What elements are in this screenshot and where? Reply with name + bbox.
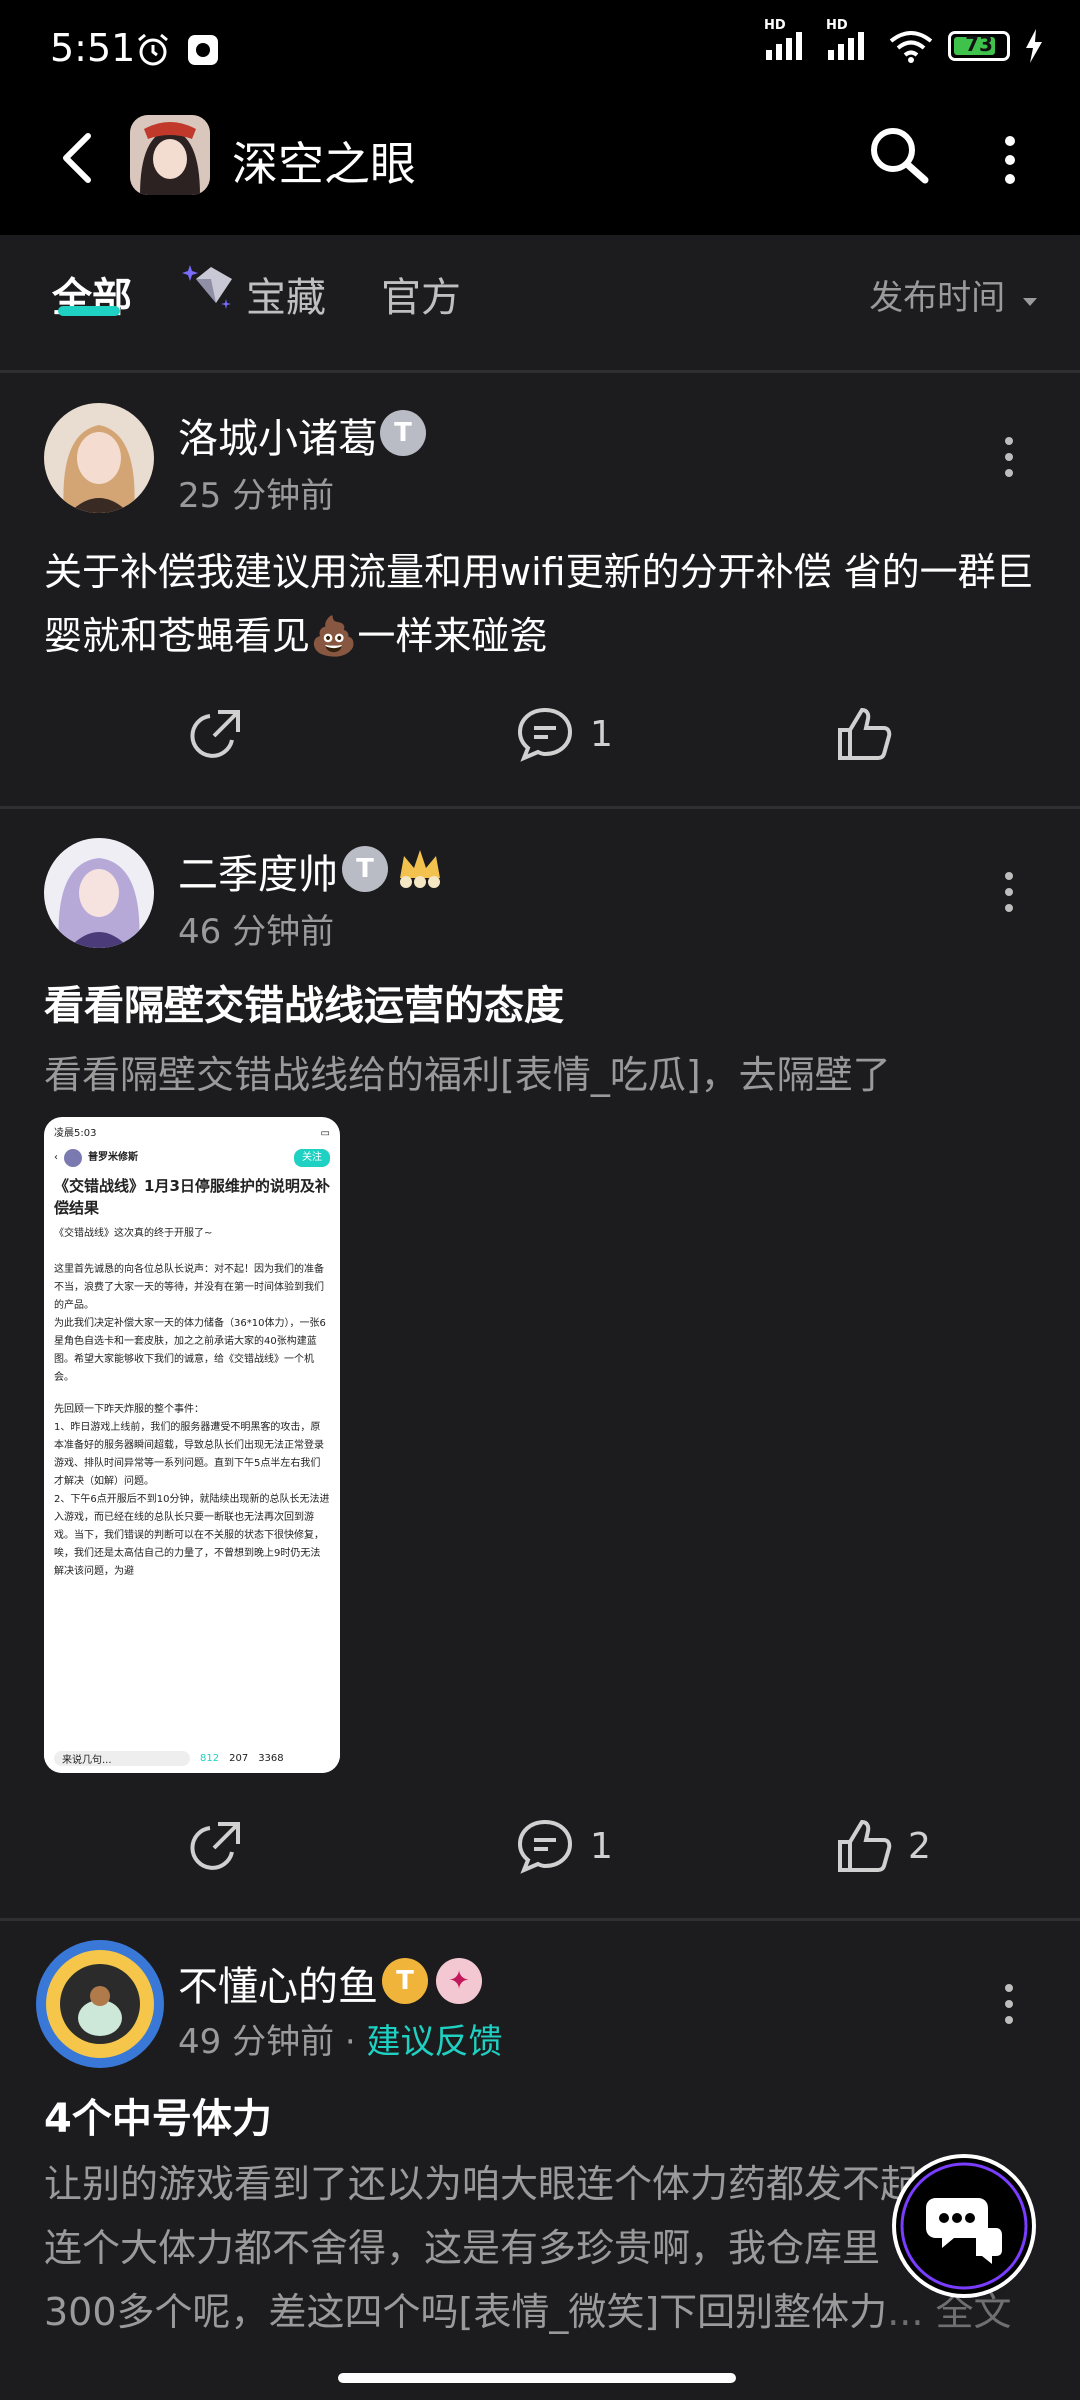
thumb-body-5: 1、昨日游戏上线前，我们的服务器遭受不明黑客的攻击，原本准备好的服务器瞬间超载，… [54, 1422, 324, 1487]
charging-icon [1026, 29, 1042, 63]
avatar[interactable] [44, 838, 154, 948]
post-text[interactable]: 看看隔壁交错战线给的福利[表情_吃瓜]，去隔壁了 [44, 1044, 891, 1099]
thumbs-up-icon [838, 1819, 892, 1872]
username[interactable]: 洛城小诸葛 [178, 406, 378, 464]
avatar[interactable] [44, 403, 154, 513]
home-indicator[interactable] [338, 2373, 736, 2383]
app-notification-icon [188, 35, 218, 65]
chat-fab-button[interactable] [892, 2154, 1036, 2298]
thumb-body-1: 《交错战线》这次真的终于开服了~ [54, 1228, 213, 1239]
divider [0, 1918, 1080, 1921]
post-text[interactable]: 关于补偿我建议用流量和用wifi更新的分开补偿 省的一群巨婴就和苍蝇看见💩一样来… [44, 540, 1044, 668]
search-icon[interactable] [865, 122, 931, 188]
tab-treasure[interactable]: 宝藏 [246, 265, 326, 323]
divider [0, 370, 1080, 373]
thumbs-up-icon [838, 707, 892, 760]
thumb-status-time: 凌晨5:03 [54, 1128, 97, 1139]
post-time: 49 分钟前 [178, 2022, 335, 2062]
status-bar: 5:51 HD HD 73 [0, 0, 1080, 100]
topic-tag[interactable]: 建议反馈 [367, 2022, 503, 2062]
post-time: 25 分钟前 [178, 476, 335, 516]
comment-count: 1 [590, 1825, 613, 1867]
status-time: 5:51 [50, 26, 136, 70]
back-arrow-icon[interactable] [50, 128, 110, 188]
top-bar: 深空之眼 [0, 100, 1080, 235]
thumb-body-3: 为此我们决定补偿大家一天的体力储备（36*10体力），一张6星角色自选卡和一套皮… [54, 1318, 326, 1383]
username[interactable]: 二季度帅 [178, 842, 338, 900]
hd-label-1: HD [764, 18, 786, 33]
post-time: 46 分钟前 [178, 912, 335, 952]
level-badge-icon: T [380, 410, 426, 456]
comment-button[interactable]: 1 [516, 1818, 613, 1874]
active-tab-indicator [58, 306, 120, 316]
avatar[interactable] [36, 1940, 164, 2068]
like-button[interactable]: 2 [836, 1818, 931, 1874]
share-button[interactable] [188, 706, 244, 762]
sort-label: 发布时间 [869, 278, 1006, 318]
filter-tabs: 全部 宝藏 官方 发布时间 [0, 235, 1080, 370]
wifi-icon [889, 31, 933, 63]
hd-label-2: HD [826, 18, 848, 33]
thumb-body-6: 2、下午6点开服后不到10分钟，就陆续出现新的总队长无法进入游戏，而已经在线的总… [54, 1494, 330, 1577]
post-more-icon[interactable] [999, 1982, 1019, 2026]
sort-dropdown[interactable]: 发布时间 [869, 270, 1040, 319]
comment-icon [517, 1819, 573, 1874]
thumb-title: 《交错战线》1月3日停服维护的说明及补偿结果 [54, 1177, 330, 1217]
share-button[interactable] [188, 1818, 244, 1874]
post-text[interactable]: 让别的游戏看到了还以为咱大眼连个体力药都发不起 连个大体力都不舍得，这是有多珍贵… [44, 2152, 1044, 2344]
thumb-battery-icon: ▭ [320, 1128, 330, 1139]
caret-down-icon [1023, 298, 1037, 306]
tab-official[interactable]: 官方 [381, 265, 461, 323]
thumb-body-4: 先回顾一下昨天炸服的整个事件： [54, 1404, 204, 1415]
post-text-line: 300多个呢，差这四个吗[表情_微笑]下回别整体力 [44, 2290, 888, 2334]
post-more-icon[interactable] [999, 870, 1019, 914]
post-title[interactable]: 看看隔壁交错战线运营的态度 [44, 973, 564, 1031]
post-image[interactable]: 凌晨5:03 ▭ ‹ 普罗米修斯 关注 《交错战线》1月3日停服维护的说明及补偿… [44, 1117, 340, 1773]
more-vertical-icon[interactable] [995, 135, 1025, 185]
like-button[interactable] [836, 706, 892, 762]
thumb-avatar [64, 1149, 82, 1167]
comment-icon [517, 707, 573, 762]
game-avatar[interactable] [130, 115, 210, 195]
battery-icon: 73 [948, 31, 1010, 61]
comment-button[interactable]: 1 [516, 706, 613, 762]
like-count: 2 [908, 1825, 931, 1867]
post-title[interactable]: 4个中号体力 [44, 2086, 272, 2144]
thumb-like-count: 812 [200, 1752, 220, 1764]
comment-count: 1 [590, 713, 613, 755]
thumb-reply-input: 来说几句... [54, 1750, 190, 1766]
crown-icon [400, 850, 440, 888]
share-icon [190, 710, 240, 758]
page-title: 深空之眼 [232, 137, 416, 191]
username[interactable]: 不懂心的鱼 [178, 1954, 378, 2012]
chat-bubbles-icon [900, 2162, 1028, 2290]
thumb-back-icon: ‹ [54, 1152, 58, 1163]
divider [0, 806, 1080, 809]
share-icon [190, 1822, 240, 1870]
thumb-star-count: 207 [229, 1752, 249, 1764]
alarm-icon [138, 33, 168, 66]
level-badge-icon: T [382, 1958, 428, 2004]
treasure-diamond-icon [182, 265, 232, 309]
medal-badge-icon: ✦ [436, 1958, 482, 2004]
post-more-icon[interactable] [999, 435, 1019, 479]
thumb-follow-button: 关注 [294, 1149, 330, 1167]
thumb-comment-count: 3368 [258, 1752, 284, 1764]
thumb-author: 普罗米修斯 [88, 1152, 138, 1163]
level-badge-icon: T [342, 846, 388, 892]
thumb-body-2: 这里首先诚恳的向各位总队长说声：对不起！因为我们的准备不当，浪费了大家一天的等待… [54, 1264, 324, 1311]
